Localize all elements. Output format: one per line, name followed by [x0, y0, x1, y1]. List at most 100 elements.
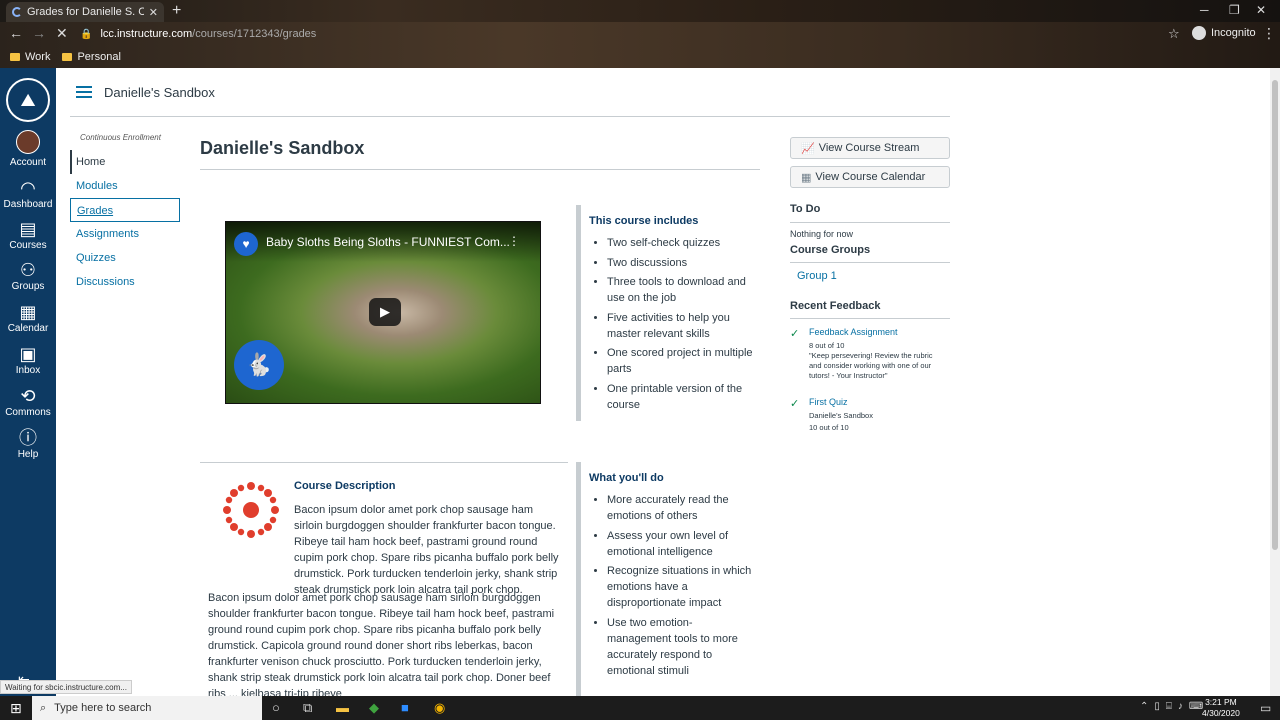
bookmark-personal[interactable]: Personal [62, 51, 121, 63]
network-icon[interactable]: ⌸ [1166, 701, 1172, 712]
incognito-label: Incognito [1211, 27, 1256, 39]
global-nav-inbox[interactable]: ▣ Inbox [0, 344, 56, 376]
bookmark-star-icon[interactable]: ☆ [1168, 26, 1180, 42]
global-nav-label: Courses [9, 240, 47, 251]
minimize-icon[interactable]: ─ [1200, 3, 1209, 17]
bookmarks-bar: Work Personal [0, 46, 1280, 68]
app-icon[interactable]: ◆ [369, 700, 379, 716]
browser-tab[interactable]: Grades for Danielle S. Casey: Da ✕ [6, 2, 164, 22]
close-tab-icon[interactable]: ✕ [149, 6, 158, 19]
address-bar[interactable]: 🔒 lcc.instructure.com/courses/1712343/gr… [80, 25, 1180, 43]
list-item: Two discussions [607, 255, 756, 271]
button-label: View Course Stream [818, 142, 920, 154]
breadcrumb[interactable]: Danielle's Sandbox [104, 85, 215, 100]
view-course-calendar-button[interactable]: ▦ View Course Calendar [790, 166, 950, 188]
course-nav-modules[interactable]: Modules [70, 174, 180, 198]
groups-icon: ⚇ [19, 260, 37, 280]
chevron-up-icon[interactable]: ⌃ [1140, 701, 1148, 712]
feedback-item: ✓ First Quiz Danielle's Sandbox 10 out o… [790, 397, 950, 437]
list-item: One scored project in multiple parts [607, 345, 756, 377]
feedback-course: Danielle's Sandbox [809, 411, 873, 420]
global-nav-dashboard[interactable]: ◠ Dashboard [0, 178, 56, 210]
calendar-icon: ▦ [801, 171, 812, 184]
search-icon: ⌕ [40, 701, 47, 714]
task-view-icon[interactable]: ⧉ [303, 700, 312, 716]
course-nav-quizzes[interactable]: Quizzes [70, 246, 180, 270]
taskbar: ⊞ ⌕ Type here to search ○ ⧉ ▬ ◆ ■ ◉ ⌃ ▯ … [0, 696, 1280, 720]
course-menu-toggle[interactable] [76, 86, 92, 98]
global-nav-label: Groups [11, 281, 45, 292]
global-nav-help[interactable]: ⓘ Help [0, 428, 56, 460]
volume-icon[interactable]: ♪ [1178, 701, 1183, 712]
sidebar-divider [790, 222, 950, 223]
list-item: Five activities to help you master relev… [607, 310, 756, 342]
file-explorer-icon[interactable]: ▬ [336, 700, 349, 715]
view-course-stream-button[interactable]: 📈 View Course Stream [790, 137, 950, 159]
global-nav-account[interactable]: Account [0, 130, 56, 168]
new-tab-icon[interactable]: + [172, 2, 181, 20]
scrollbar-thumb[interactable] [1272, 80, 1278, 550]
incognito-icon [1192, 26, 1206, 40]
notifications-icon[interactable]: ▭ [1260, 701, 1271, 715]
global-nav-label: Commons [5, 407, 51, 418]
global-nav: ⛰ Account ◠ Dashboard ▤ Courses ⚇ Groups… [0, 68, 56, 696]
incognito-indicator[interactable]: Incognito [1192, 26, 1256, 40]
sidebar-divider [790, 318, 950, 319]
global-nav-calendar[interactable]: ▦ Calendar [0, 302, 56, 334]
back-icon[interactable]: ← [9, 25, 23, 41]
tab-title: Grades for Danielle S. Casey: Da [27, 6, 144, 18]
course-nav-home[interactable]: Home [70, 150, 180, 174]
enrollment-label: Continuous Enrollment [80, 133, 161, 142]
windows-start-icon[interactable]: ⊞ [10, 700, 22, 717]
course-nav-assignments[interactable]: Assignments [70, 222, 180, 246]
lock-icon: 🔒 [80, 28, 93, 40]
feedback-score: 10 out of 10 [809, 423, 849, 432]
stop-icon[interactable]: ✕ [56, 25, 68, 42]
checkmark-icon: ✓ [790, 398, 800, 410]
forward-icon[interactable]: → [32, 25, 46, 41]
usb-icon[interactable]: ▯ [1154, 701, 1160, 712]
list-item: Two self-check quizzes [607, 235, 756, 251]
cortana-icon[interactable]: ○ [272, 700, 280, 715]
taskbar-clock[interactable]: 3:21 PM 4/30/2020 [1202, 697, 1240, 719]
stream-icon: 📈 [801, 142, 815, 155]
global-nav-groups[interactable]: ⚇ Groups [0, 260, 56, 292]
global-nav-label: Calendar [7, 323, 49, 334]
folder-icon [10, 53, 20, 61]
browser-toolbar: ← → ✕ 🔒 lcc.instructure.com/courses/1712… [0, 22, 1280, 46]
list-item: More accurately read the emotions of oth… [607, 492, 756, 524]
taskbar-search[interactable]: ⌕ Type here to search [32, 696, 262, 720]
play-icon[interactable]: ▶ [369, 298, 401, 326]
restore-icon[interactable]: ❐ [1229, 3, 1240, 17]
feedback-title[interactable]: Feedback Assignment [809, 327, 898, 337]
close-window-icon[interactable]: ✕ [1256, 3, 1266, 17]
system-tray: ⌃ ▯ ⌸ ♪ ⌨ [1140, 701, 1203, 712]
page-scrollbar[interactable] [1270, 68, 1280, 696]
video-title[interactable]: Baby Sloths Being Sloths - FUNNIEST Com.… [266, 235, 510, 249]
channel-avatar-icon[interactable]: ♥ [234, 232, 258, 256]
clock-date: 4/30/2020 [1202, 708, 1240, 718]
todo-title: To Do [790, 203, 821, 215]
bookmark-work[interactable]: Work [10, 51, 50, 63]
feedback-comment: "Keep persevering! Review the rubric and… [809, 351, 933, 380]
zoom-icon[interactable]: ■ [401, 700, 409, 715]
page-title: Danielle's Sandbox [200, 138, 365, 158]
chrome-icon[interactable]: ◉ [434, 700, 445, 716]
url-path: /courses/1712343/grades [192, 28, 317, 40]
course-nav-discussions[interactable]: Discussions [70, 270, 180, 294]
global-nav-courses[interactable]: ▤ Courses [0, 219, 56, 251]
browser-menu-icon[interactable]: ⋮ [1262, 25, 1276, 42]
video-menu-icon[interactable]: ⋮ [508, 234, 520, 248]
browser-tabstrip: Grades for Danielle S. Casey: Da ✕ + ─ ❐… [0, 0, 1280, 22]
inbox-icon: ▣ [19, 344, 37, 364]
list-item: Recognize situations in which emotions h… [607, 563, 756, 611]
bookmark-label: Work [25, 51, 51, 63]
feedback-title[interactable]: First Quiz [809, 397, 848, 407]
help-icon: ⓘ [19, 428, 37, 448]
school-logo-icon[interactable]: ⛰ [6, 78, 50, 122]
video-player[interactable]: ♥ Baby Sloths Being Sloths - FUNNIEST Co… [225, 221, 541, 404]
course-nav-grades[interactable]: Grades [70, 198, 180, 222]
checkmark-icon: ✓ [790, 328, 800, 340]
group-link[interactable]: Group 1 [797, 270, 837, 282]
global-nav-commons[interactable]: ⟲ Commons [0, 386, 56, 418]
